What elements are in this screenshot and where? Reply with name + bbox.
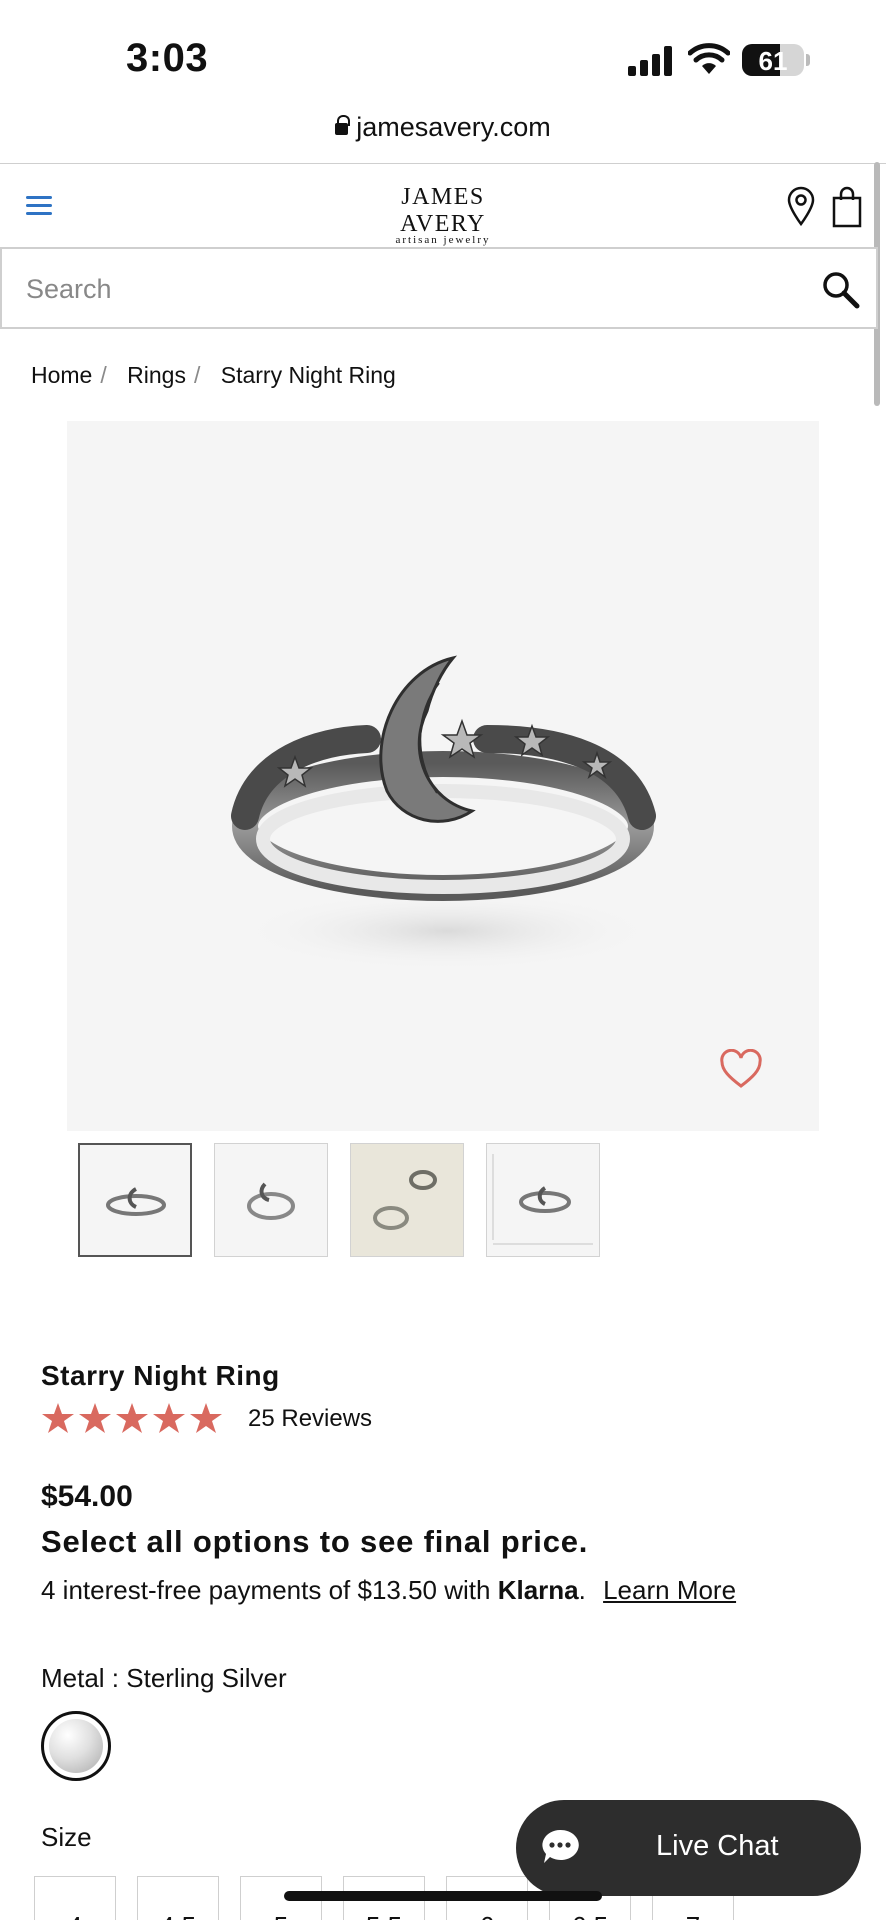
size-button[interactable]: 4.5 bbox=[137, 1876, 219, 1920]
address-bar[interactable]: jamesavery.com bbox=[0, 112, 886, 164]
size-button[interactable]: 4 bbox=[34, 1876, 116, 1920]
product-price: $54.00 bbox=[41, 1480, 133, 1513]
ring-illustration bbox=[231, 655, 657, 971]
shopping-bag-icon[interactable] bbox=[832, 186, 862, 228]
chat-bubble-icon bbox=[542, 1829, 579, 1863]
live-chat-label: Live Chat bbox=[656, 1830, 779, 1862]
logo-text: JAMES AVERY bbox=[400, 184, 486, 237]
metal-swatch-sterling-silver[interactable] bbox=[41, 1711, 111, 1781]
thumbnail-2[interactable] bbox=[214, 1143, 328, 1257]
klarna-financing: 4 interest-free payments of $13.50 with … bbox=[41, 1575, 736, 1606]
location-pin-icon[interactable] bbox=[786, 186, 816, 226]
search-icon[interactable] bbox=[822, 271, 860, 309]
live-chat-button[interactable]: Live Chat bbox=[516, 1800, 861, 1896]
learn-more-link[interactable]: Learn More bbox=[603, 1575, 736, 1605]
battery-level: 61 bbox=[758, 46, 788, 76]
product-title: Starry Night Ring bbox=[41, 1360, 280, 1391]
reviews-link[interactable]: 25 Reviews bbox=[248, 1405, 372, 1433]
select-options-note: Select all options to see final price. bbox=[41, 1524, 589, 1559]
klarna-text: 4 interest-free payments of $13.50 with bbox=[41, 1575, 491, 1605]
lock-icon bbox=[335, 115, 351, 135]
breadcrumb-rings[interactable]: Rings bbox=[127, 362, 186, 388]
home-indicator[interactable] bbox=[284, 1891, 602, 1901]
thumbnail-4[interactable] bbox=[486, 1143, 600, 1257]
thumbnail-1[interactable] bbox=[78, 1143, 192, 1257]
wishlist-heart-icon[interactable] bbox=[719, 1049, 763, 1089]
status-bar: 3:03 61 bbox=[0, 0, 886, 120]
brand-logo[interactable]: JAMES AVERY artisan jewelry bbox=[356, 184, 530, 246]
breadcrumb-current: Starry Night Ring bbox=[220, 362, 396, 388]
battery-tip bbox=[806, 54, 810, 66]
breadcrumb-home[interactable]: Home bbox=[31, 362, 92, 388]
star-icon bbox=[42, 1403, 74, 1433]
thumbnail-3[interactable] bbox=[350, 1143, 464, 1257]
star-icon bbox=[190, 1403, 222, 1433]
klarna-period: . bbox=[578, 1575, 586, 1605]
klarna-brand: Klarna bbox=[497, 1575, 579, 1605]
size-option-label: Size bbox=[41, 1822, 92, 1852]
breadcrumb-separator: / bbox=[193, 362, 201, 388]
wifi-icon bbox=[688, 43, 730, 74]
battery-icon: 61 bbox=[742, 44, 804, 76]
logo-subtext: artisan jewelry bbox=[395, 234, 491, 246]
url-text: jamesavery.com bbox=[356, 112, 551, 142]
star-icon bbox=[153, 1403, 185, 1433]
star-rating[interactable] bbox=[41, 1402, 231, 1436]
cellular-signal-icon bbox=[628, 46, 672, 76]
breadcrumb-separator: / bbox=[100, 362, 107, 388]
search-input[interactable] bbox=[26, 267, 786, 311]
star-icon bbox=[79, 1403, 111, 1433]
site-header: JAMES AVERY artisan jewelry bbox=[0, 164, 886, 248]
search-bar bbox=[0, 247, 878, 329]
hamburger-menu-icon[interactable] bbox=[26, 196, 52, 216]
status-time: 3:03 bbox=[126, 36, 209, 80]
product-image[interactable] bbox=[67, 421, 819, 1131]
breadcrumb: Home / Rings / Starry Night Ring bbox=[31, 362, 396, 389]
star-icon bbox=[116, 1403, 148, 1433]
metal-option-label: Metal : Sterling Silver bbox=[41, 1663, 287, 1693]
